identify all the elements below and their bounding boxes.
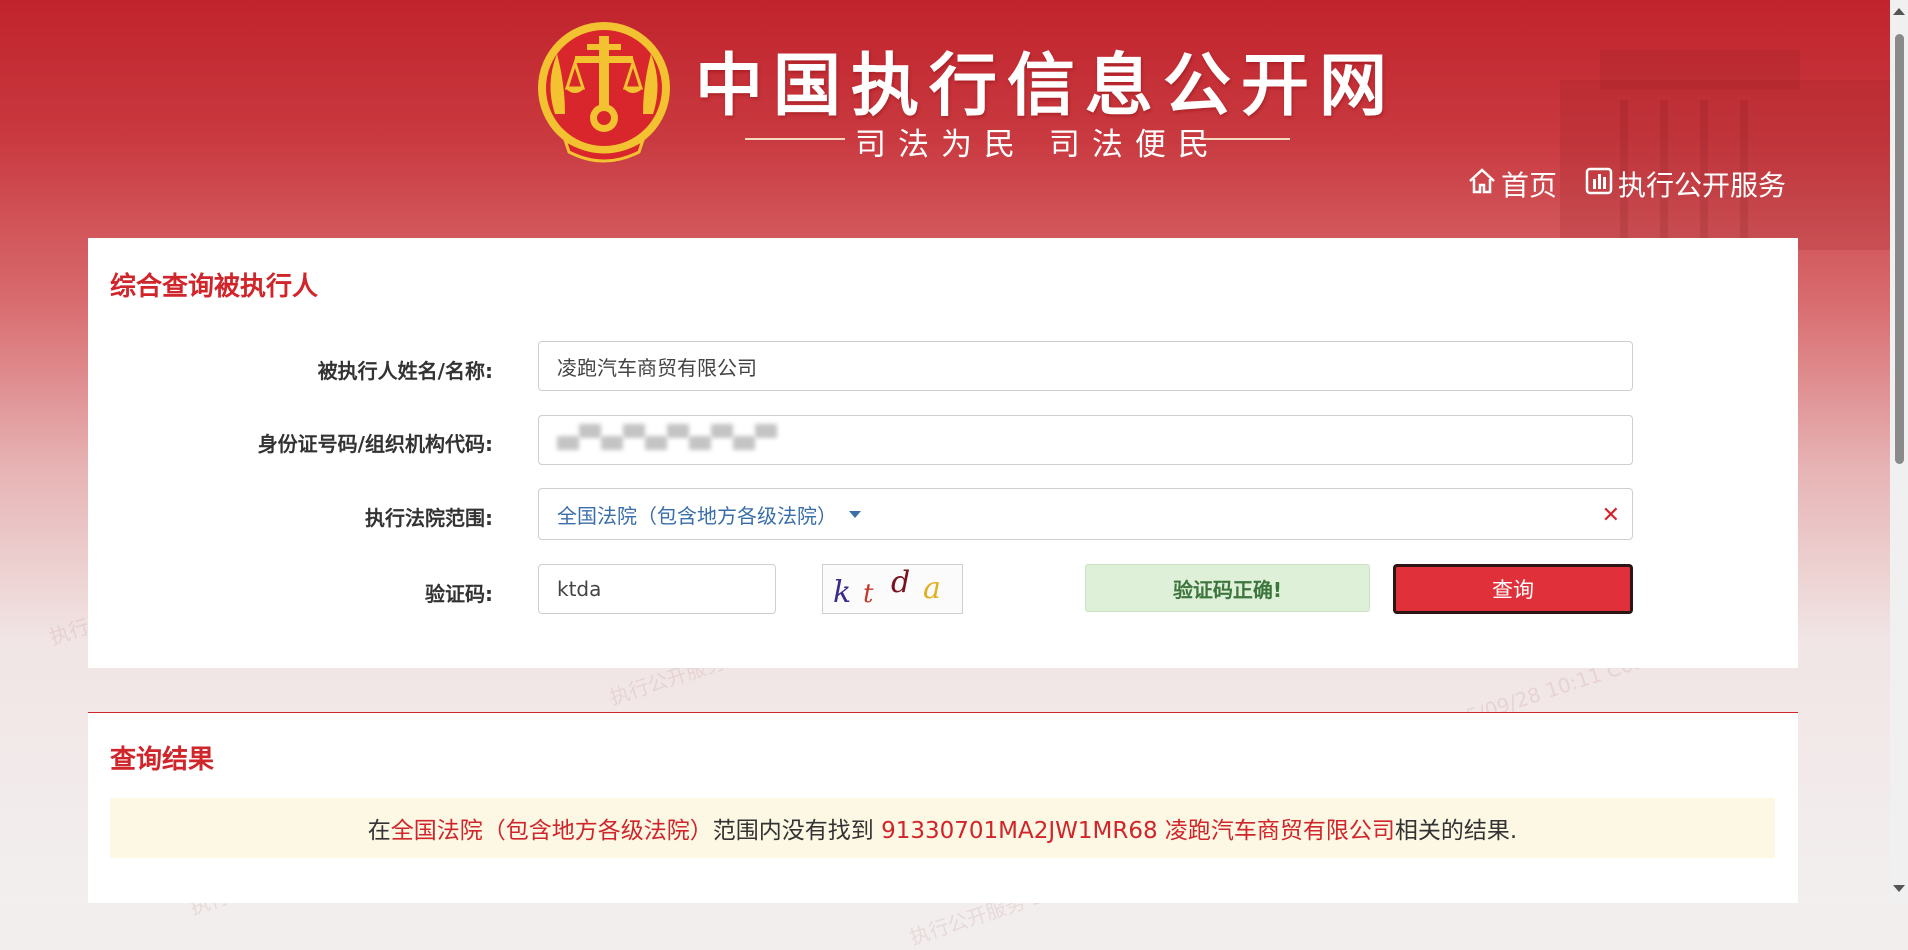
vertical-scrollbar[interactable] xyxy=(1890,0,1908,903)
court-emblem-logo xyxy=(535,14,673,166)
nav-home-label: 首页 xyxy=(1501,169,1558,202)
captcha-char: t xyxy=(863,579,874,609)
slogan: 司法为民 司法便民 xyxy=(855,127,1221,163)
query-button[interactable]: 查询 xyxy=(1393,564,1633,614)
name-input[interactable]: 凌跑汽车商贸有限公司 xyxy=(538,341,1633,391)
id-label: 身份证号码/组织机构代码: xyxy=(257,432,493,456)
court-label: 执行法院范围: xyxy=(365,506,493,530)
redacted-id-value xyxy=(557,424,777,450)
captcha-image[interactable]: k t d a xyxy=(822,564,963,614)
scroll-up-icon[interactable] xyxy=(1893,8,1905,15)
scroll-thumb[interactable] xyxy=(1895,34,1904,464)
nav-enforcement-services[interactable]: 执行公开服务 xyxy=(1584,164,1786,204)
site-title: 中国执行信息公开网 xyxy=(695,46,1398,126)
search-panel-title: 综合查询被执行人 xyxy=(110,272,319,302)
result-msg-prefix: 在 xyxy=(367,818,391,844)
captcha-char: k xyxy=(833,575,852,610)
slogan-left-rule xyxy=(745,138,845,140)
chart-icon xyxy=(1584,166,1618,203)
name-label: 被执行人姓名/名称: xyxy=(317,359,493,383)
court-select-value: 全国法院（包含地方各级法院） xyxy=(557,503,837,528)
name-input-value: 凌跑汽车商贸有限公司 xyxy=(557,355,757,380)
nav-home[interactable]: 首页 xyxy=(1467,164,1557,204)
captcha-char: d xyxy=(891,565,911,600)
results-panel: 查询结果 在 全国法院（包含地方各级法院） 范围内没有找到 91330701MA… xyxy=(88,713,1798,903)
court-select[interactable]: 全国法院（包含地方各级法院） ✕ xyxy=(538,488,1633,540)
result-msg-target: 91330701MA2JW1MR68 凌跑汽车商贸有限公司 xyxy=(881,818,1395,844)
result-msg-scope: 全国法院（包含地方各级法院） xyxy=(390,818,713,844)
id-input[interactable] xyxy=(538,415,1633,465)
home-icon xyxy=(1467,166,1501,203)
captcha-status-badge: 验证码正确! xyxy=(1085,564,1370,612)
captcha-label: 验证码: xyxy=(425,582,493,606)
captcha-input[interactable]: ktda xyxy=(538,564,776,614)
clear-icon[interactable]: ✕ xyxy=(1602,503,1620,528)
result-msg-mid: 范围内没有找到 xyxy=(712,818,882,844)
nav-services-label: 执行公开服务 xyxy=(1618,169,1787,202)
result-message: 在 全国法院（包含地方各级法院） 范围内没有找到 91330701MA2JW1M… xyxy=(110,798,1775,858)
captcha-input-value: ktda xyxy=(557,577,602,601)
captcha-char: a xyxy=(923,571,941,606)
scroll-down-icon[interactable] xyxy=(1893,885,1905,892)
result-msg-suffix: 相关的结果. xyxy=(1394,818,1518,844)
results-panel-title: 查询结果 xyxy=(110,745,215,775)
chevron-down-icon xyxy=(849,510,861,518)
